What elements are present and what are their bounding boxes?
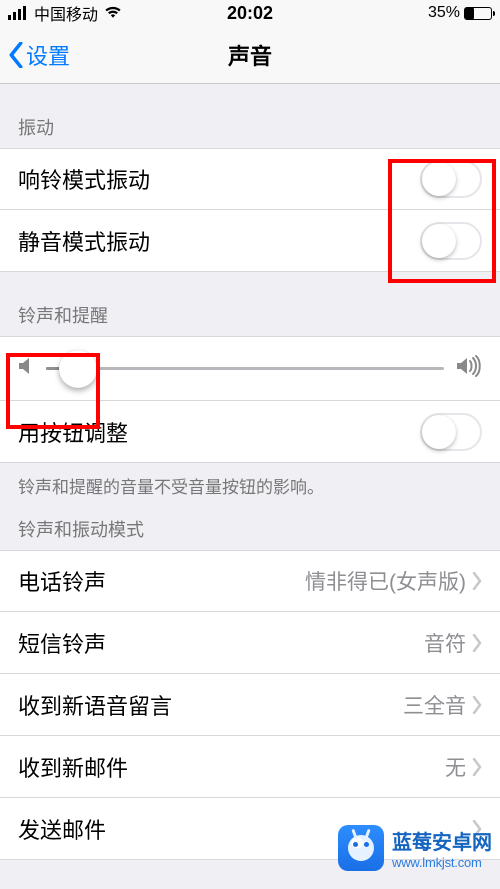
silent-vibrate-toggle[interactable] — [420, 222, 482, 260]
watermark-url: www.lmkjst.com — [392, 855, 492, 870]
text-tone-label: 短信铃声 — [18, 627, 424, 659]
silent-vibrate-label: 静音模式振动 — [18, 225, 420, 257]
text-tone-value: 音符 — [424, 628, 466, 658]
ringer-footer-note: 铃声和提醒的音量不受音量按钮的影响。 — [0, 463, 500, 498]
new-mail-value: 无 — [445, 752, 466, 782]
slider-thumb[interactable] — [59, 350, 97, 388]
watermark-title: 蓝莓安卓网 — [392, 832, 492, 854]
row-ringtone[interactable]: 电话铃声 情非得已(女声版) — [0, 550, 500, 612]
new-mail-label: 收到新邮件 — [18, 751, 445, 783]
battery-icon — [464, 7, 492, 20]
chevron-right-icon — [472, 634, 482, 652]
chevron-right-icon — [472, 572, 482, 590]
status-bar: 中国移动 20:02 35% — [0, 0, 500, 26]
row-new-mail[interactable]: 收到新邮件 无 — [0, 736, 500, 798]
voicemail-label: 收到新语音留言 — [18, 689, 403, 721]
ringer-volume-slider[interactable] — [46, 367, 444, 370]
ring-vibrate-toggle[interactable] — [420, 160, 482, 198]
ringtone-label: 电话铃声 — [18, 565, 305, 597]
row-change-with-buttons: 用按钮调整 — [0, 401, 500, 463]
volume-low-icon — [18, 356, 34, 381]
ringer-volume-row — [0, 336, 500, 401]
ringtone-value: 情非得已(女声版) — [305, 566, 466, 596]
watermark: 蓝莓安卓网 www.lmkjst.com — [338, 825, 492, 871]
section-header-ringer: 铃声和提醒 — [0, 272, 500, 336]
voicemail-value: 三全音 — [403, 690, 466, 720]
section-header-sounds: 铃声和振动模式 — [0, 498, 500, 550]
change-with-buttons-label: 用按钮调整 — [18, 416, 420, 448]
ring-vibrate-label: 响铃模式振动 — [18, 163, 420, 195]
watermark-icon — [338, 825, 384, 871]
status-time: 20:02 — [0, 3, 500, 24]
row-silent-vibrate: 静音模式振动 — [0, 210, 500, 272]
page-title: 声音 — [0, 39, 500, 71]
volume-high-icon — [456, 355, 482, 382]
row-text-tone[interactable]: 短信铃声 音符 — [0, 612, 500, 674]
change-with-buttons-toggle[interactable] — [420, 413, 482, 451]
section-header-vibration: 振动 — [0, 84, 500, 148]
nav-header: 设置 声音 — [0, 26, 500, 84]
row-ring-vibrate: 响铃模式振动 — [0, 148, 500, 210]
chevron-right-icon — [472, 696, 482, 714]
watermark-text: 蓝莓安卓网 www.lmkjst.com — [392, 826, 492, 870]
row-voicemail[interactable]: 收到新语音留言 三全音 — [0, 674, 500, 736]
chevron-right-icon — [472, 758, 482, 776]
